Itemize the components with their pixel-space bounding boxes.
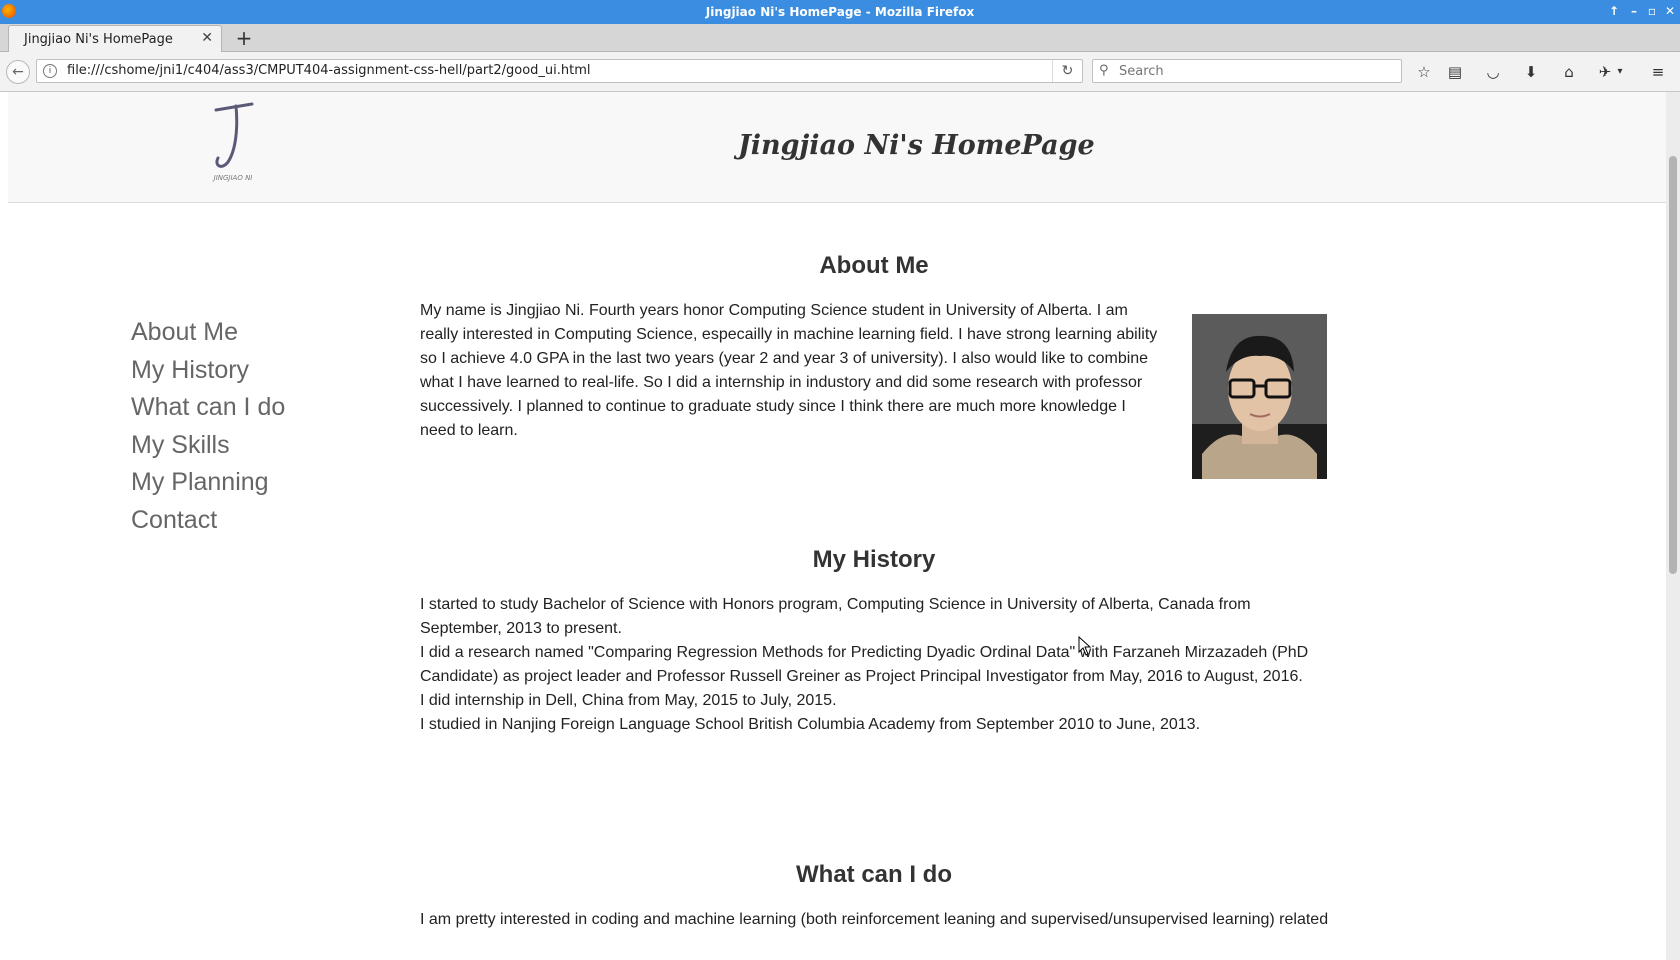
window-maximize-icon[interactable]: ▫ [1645, 4, 1659, 18]
bookmark-star-icon[interactable]: ☆ [1412, 61, 1436, 83]
back-icon[interactable]: ← [6, 60, 30, 84]
side-nav: About Me My History What can I do My Ski… [131, 314, 285, 539]
window-close-icon[interactable]: ✕ [1663, 4, 1677, 18]
nav-link-about-me[interactable]: About Me [131, 314, 285, 352]
reload-icon[interactable]: ↻ [1052, 60, 1082, 82]
site-info-icon[interactable]: i [43, 64, 57, 78]
logo-icon: JINGJIAO NI [212, 102, 254, 182]
nav-link-contact[interactable]: Contact [131, 502, 285, 540]
site-header: JINGJIAO NI Jingjiao Ni's HomePage [8, 92, 1666, 203]
url-bar[interactable]: i file:///cshome/jni1/c404/ass3/CMPUT404… [36, 59, 1083, 83]
about-line: need to learn. [420, 422, 518, 439]
logo-caption: JINGJIAO NI [212, 174, 253, 182]
history-line: September, 2013 to present. [420, 620, 622, 637]
history-paragraph: I started to study Bachelor of Science w… [420, 593, 1320, 737]
window-up-icon[interactable]: ↑ [1607, 4, 1621, 18]
site-title: Jingjiao Ni's HomePage [738, 130, 1095, 161]
history-line: I did internship in Dell, China from May… [420, 692, 837, 709]
history-line: I started to study Bachelor of Science w… [420, 596, 1251, 613]
tab-strip: Jingjiao Ni's HomePage ✕ + [0, 24, 1680, 52]
whatcanido-paragraph: I am pretty interested in coding and mac… [420, 908, 1340, 932]
tab-close-icon[interactable]: ✕ [201, 30, 213, 46]
search-box[interactable]: ⚲ [1092, 59, 1402, 83]
extension-dropdown-icon[interactable]: ▾ [1613, 61, 1627, 83]
window-minimize-icon[interactable]: – [1627, 4, 1641, 18]
tab-homepage[interactable]: Jingjiao Ni's HomePage ✕ [8, 25, 222, 52]
navigation-toolbar: ← i file:///cshome/jni1/c404/ass3/CMPUT4… [0, 52, 1680, 92]
about-line: really interested in Computing Science, … [420, 326, 1158, 343]
download-icon[interactable]: ⬇ [1519, 61, 1543, 83]
history-line: Candidate) as project leader and Profess… [420, 668, 1303, 685]
url-text[interactable]: file:///cshome/jni1/c404/ass3/CMPUT404-a… [67, 63, 591, 78]
whatcanido-line: I am pretty interested in coding and mac… [420, 911, 1329, 928]
nav-link-what-can-i-do[interactable]: What can I do [131, 389, 285, 427]
whatcanido-heading: What can I do [796, 861, 952, 888]
scrollbar-thumb[interactable] [1669, 156, 1677, 574]
about-line: successively. I planned to continue to g… [420, 398, 1126, 415]
about-line: so I achieve 4.0 GPA in the last two yea… [420, 350, 1149, 367]
history-heading: My History [812, 546, 936, 573]
history-line: I studied in Nanjing Foreign Language Sc… [420, 716, 1201, 733]
home-icon[interactable]: ⌂ [1557, 61, 1581, 83]
new-tab-icon[interactable]: + [234, 26, 254, 50]
about-line: My name is Jingjiao Ni. Fourth years hon… [420, 302, 1128, 319]
window-titlebar: Jingjiao Ni's HomePage - Mozilla Firefox… [0, 0, 1680, 24]
tab-label: Jingjiao Ni's HomePage [24, 32, 173, 47]
about-paragraph: My name is Jingjiao Ni. Fourth years hon… [420, 299, 1170, 443]
nav-link-my-history[interactable]: My History [131, 352, 285, 390]
page-viewport: JINGJIAO NI Jingjiao Ni's HomePage About… [0, 92, 1666, 960]
profile-photo [1192, 314, 1327, 479]
nav-link-my-skills[interactable]: My Skills [131, 427, 285, 465]
pocket-icon[interactable]: ◡ [1481, 61, 1505, 83]
search-icon: ⚲ [1099, 63, 1109, 78]
about-line: what I have learned to real-life. So I d… [420, 374, 1143, 391]
about-heading: About Me [819, 252, 929, 279]
search-input[interactable] [1117, 62, 1387, 80]
mouse-cursor-icon [1078, 636, 1092, 656]
page-scrollbar[interactable] [1666, 92, 1680, 960]
nav-link-my-planning[interactable]: My Planning [131, 464, 285, 502]
menu-icon[interactable]: ≡ [1646, 61, 1670, 83]
history-line: I did a research named "Comparing Regres… [420, 644, 1309, 661]
window-title: Jingjiao Ni's HomePage - Mozilla Firefox [705, 5, 975, 19]
reading-list-icon[interactable]: ▤ [1443, 61, 1467, 83]
